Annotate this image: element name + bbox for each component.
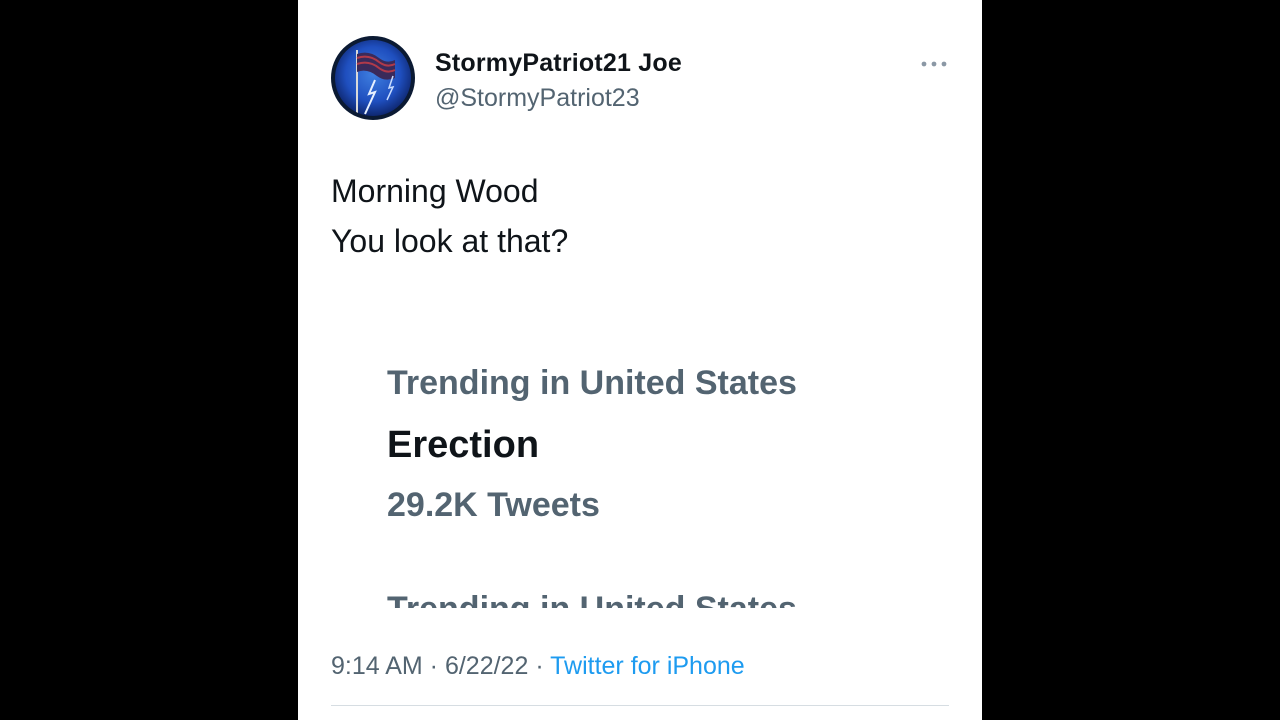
avatar[interactable] [331, 36, 415, 120]
attached-image[interactable]: Trending in United States Erection 29.2K… [331, 292, 949, 608]
tweet-meta: 9:14 AM · 6/22/22 · Twitter for iPhone [331, 652, 745, 681]
tweet-time[interactable]: 9:14 AM [331, 652, 423, 680]
trend-topic: Erection [387, 424, 540, 466]
tweet-text-line: You look at that? [331, 223, 569, 259]
trend-heading-cutoff: Trending in United States [387, 590, 797, 608]
tweet-card: StormyPatriot21 Joe @StormyPatriot23 Mor… [298, 0, 982, 720]
trend-heading: Trending in United States [387, 364, 797, 402]
tweet-date[interactable]: 6/22/22 [445, 652, 528, 680]
tweet-source-link[interactable]: Twitter for iPhone [550, 652, 745, 680]
flag-lightning-icon [335, 40, 411, 116]
display-name[interactable]: StormyPatriot21 Joe [435, 49, 682, 78]
trend-tweet-count: 29.2K Tweets [387, 486, 600, 524]
more-options-button[interactable] [918, 52, 950, 76]
meta-separator: · [422, 652, 445, 680]
tweet-text: Morning Wood You look at that? [331, 166, 568, 266]
user-handle[interactable]: @StormyPatriot23 [435, 84, 640, 113]
meta-separator: · [528, 652, 551, 680]
divider [331, 705, 949, 706]
tweet-text-line: Morning Wood [331, 173, 539, 209]
ellipsis-icon [921, 61, 947, 67]
